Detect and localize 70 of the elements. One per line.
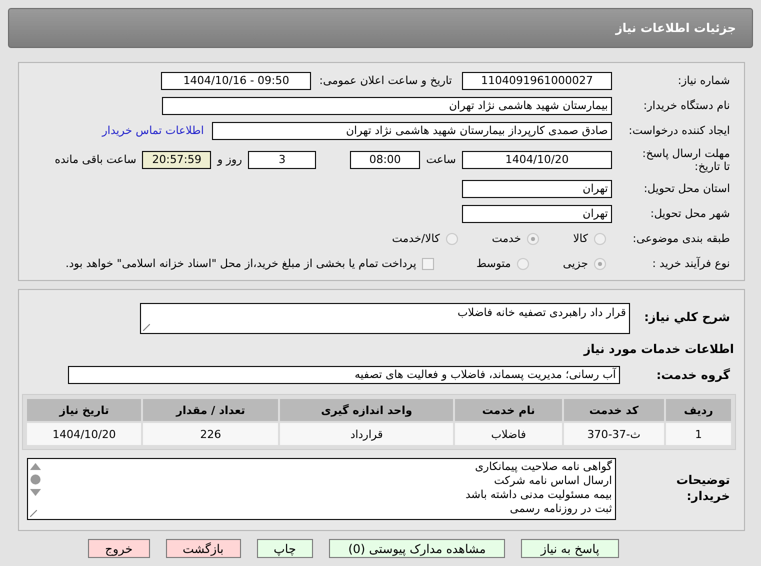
field-label: شرح كلي نياز:: [643, 310, 731, 324]
radio-button[interactable]: [594, 258, 606, 270]
action-button[interactable]: مشاهده مدارک پیوستی (0): [329, 539, 505, 558]
action-button[interactable]: بازگشت: [166, 539, 241, 558]
contact-link[interactable]: اطلاعات تماس خریدار: [102, 124, 204, 137]
field-label: شماره نیاز:: [676, 74, 731, 87]
resize-grip-icon: [143, 324, 150, 331]
column-header: تعداد / مقدار: [143, 399, 278, 421]
option-label: جزیی: [562, 257, 588, 270]
section-heading: اطلاعات خدمات مورد نیاز: [584, 342, 735, 356]
description-box[interactable]: قرار داد راهبردی تصفیه خانه فاضلاب: [140, 303, 630, 334]
column-header: واحد اندازه گیری: [280, 399, 454, 421]
table-cell: ث-37-370: [564, 423, 664, 445]
page-title: جزئیات اطلاعات نیاز: [615, 21, 736, 35]
field-label: نوع فرآیند خرید :: [651, 257, 731, 270]
scroll-down-icon[interactable]: [30, 489, 40, 496]
note-line: بیمه مسئولیت مدنی داشته باشد: [464, 488, 612, 502]
radio-button[interactable]: [527, 232, 540, 244]
column-header: کد خدمت: [564, 399, 664, 421]
scroll-up-icon[interactable]: [30, 463, 40, 470]
option-label: کالا/خدمت: [392, 232, 440, 245]
column-header: ردیف: [666, 399, 731, 421]
scroll-thumb-icon[interactable]: [30, 474, 40, 485]
field-label: توضیحات خریدار:: [675, 472, 731, 504]
note-line: ثبت در روزنامه رسمی: [508, 502, 612, 516]
text-field[interactable]: 3: [248, 150, 316, 168]
option-label: کالا: [573, 232, 588, 245]
text-field[interactable]: بیمارستان شهید هاشمی نژاد تهران: [162, 96, 612, 114]
description-text: قرار داد راهبردی تصفیه خانه فاضلاب: [458, 306, 626, 319]
radio-button[interactable]: [594, 232, 606, 244]
column-header: نام خدمت: [455, 399, 562, 421]
table-cell: فاضلاب: [455, 423, 562, 445]
radio-button[interactable]: [516, 258, 529, 270]
text-field[interactable]: 1404/10/20: [462, 150, 612, 168]
field-label: ساعت: [426, 153, 456, 166]
note-line: ارسال اساس نامه شرکت: [493, 474, 612, 488]
countdown-field[interactable]: 20:57:59: [142, 150, 212, 168]
field-label: روز و: [217, 153, 242, 166]
field-label: شهر محل تحویل:: [649, 207, 731, 220]
field-label: مهلت ارسال پاسخ: تا تاریخ:: [641, 146, 731, 172]
table-cell: 1: [666, 423, 731, 445]
text-field[interactable]: تهران: [462, 204, 612, 222]
table-cell: 226: [143, 423, 278, 445]
checkbox-label: پرداخت تمام یا بخشی از مبلغ خرید،از محل "اسناد خزانه اسلامی" خواهد بود.: [66, 257, 416, 270]
text-field[interactable]: 08:00: [350, 150, 420, 168]
field-label: تاریخ و ساعت اعلان عمومی:: [319, 74, 452, 87]
field-label: نام دستگاه خریدار:: [642, 99, 731, 112]
action-button[interactable]: چاپ: [256, 539, 313, 558]
checkbox[interactable]: [422, 258, 434, 270]
resize-grip-icon: [30, 510, 37, 517]
field-label: طبقه بندی موضوعی:: [632, 232, 731, 245]
radio-button[interactable]: [446, 232, 458, 244]
action-button[interactable]: خروج: [88, 539, 150, 558]
action-button[interactable]: پاسخ به نیاز: [521, 539, 619, 558]
text-field[interactable]: آب رسانی؛ مدیریت پسماند، فاضلاب و فعالیت های تصفیه: [68, 366, 620, 384]
option-label: خدمت: [492, 232, 522, 245]
text-field[interactable]: تهران: [462, 180, 612, 198]
field-label: ساعت باقی مانده: [54, 153, 136, 166]
text-field[interactable]: صادق صمدی کارپرداز بیمارستان شهید هاشمی نژاد تهران: [212, 122, 612, 140]
note-line: گواهی نامه صلاحیت پیمانکاری: [474, 460, 612, 474]
field-label: گروه خدمت:: [655, 368, 731, 382]
text-field[interactable]: 1104091961000027: [462, 72, 612, 90]
notes-box[interactable]: گواهی نامه صلاحیت پیمانکاری ارسال اساس نامه شرکت بیمه مسئولیت مدنی داشته باشد ثبت در روزنامه رسمی: [27, 458, 616, 520]
field-label: ایجاد کننده درخواست:: [628, 124, 731, 137]
text-field[interactable]: 1404/10/16 - 09:50: [161, 72, 312, 90]
table-cell: 1404/10/20: [27, 423, 142, 445]
table-cell: قرارداد: [280, 423, 454, 445]
column-header: تاریخ نیاز: [27, 399, 142, 421]
option-label: متوسط: [476, 257, 511, 270]
field-label: استان محل تحویل:: [642, 182, 731, 195]
